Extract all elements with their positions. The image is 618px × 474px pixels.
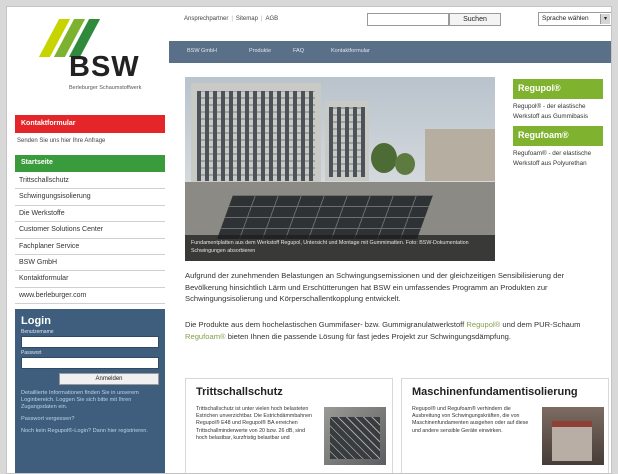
regufoam-box[interactable]: Regufoam® [513,126,603,146]
top-links: Ansprechpartner | Sitemap | AGB [181,16,281,22]
username-field[interactable] [21,336,159,348]
login-panel: Login Benutzername Passwort Anmelden Det… [15,309,165,473]
logo-subtitle: Berleburger Schaumstoffwerk [69,85,142,91]
products-paragraph: Die Produkte aus dem hochelastischen Gum… [185,319,603,342]
main-nav: BSW GmbH Produkte FAQ Kontaktformular [169,41,611,63]
products-text-2: und dem PUR-Schaum [500,320,581,329]
password-field[interactable] [21,357,159,369]
products-text-3: bieten Ihnen die passende Lösung für fas… [225,331,512,341]
card-maschinenfundamentisolierung[interactable]: Maschinenfundamentisolierung Regupol® un… [401,378,609,473]
hero-tree [395,153,415,175]
top-bar: Ansprechpartner | Sitemap | AGB Suchen Sprac… [169,7,611,35]
sidebar-item-schwingungsisolierung[interactable]: Schwingungsisolierung [15,189,165,206]
hero-building-windows [197,91,315,181]
language-select-value: Sprache wählen [542,15,589,22]
sidebar-item-trittschallschutz[interactable]: Trittschallschutz [15,173,165,190]
hero-mats-grid [216,195,434,239]
intro-paragraph: Aufgrund der zunehmenden Belastungen an … [185,271,565,303]
login-info-text: Detaillierte Informationen finden Sie in… [21,390,139,410]
hero-building [425,129,495,181]
product-sidebar: Regupol® Regupol® - der elastische Werks… [513,79,603,173]
bsw-logo[interactable]: BSW Berleburger Schaumstoffwerk [25,19,155,99]
nav-item-kontaktformular[interactable]: Kontaktformular [331,48,370,54]
nav-item-produkte[interactable]: Produkte [249,48,271,54]
hero-image: Fundamentplatten aus dem Werkstoff Regup… [185,77,495,261]
hero-caption: Fundamentplatten aus dem Werkstoff Regup… [185,235,495,261]
kontaktformular-banner[interactable]: Kontaktformular [15,115,165,133]
regupol-link[interactable]: Regupol® [466,320,500,329]
sidebar-item-startseite[interactable]: Startseite [15,155,165,172]
username-label: Benutzername [21,329,54,335]
register-link[interactable]: Noch kein Regupol®-Login? Dann hier regi… [21,428,159,435]
login-title: Login [21,315,51,327]
card-title: Maschinenfundamentisolierung [412,386,578,398]
regupol-box[interactable]: Regupol® [513,79,603,99]
top-link-sitemap[interactable]: Sitemap [233,16,261,22]
forgot-password-link[interactable]: Passwort vergessen? [21,416,159,423]
search-button[interactable]: Suchen [449,13,501,26]
card-text: Regupol® und Regufoam® verhindern die Au… [412,406,529,434]
hero-building-windows [329,107,365,177]
sidebar-nav: Trittschallschutz Schwingungsisolierung … [15,173,165,305]
search-input[interactable] [367,13,449,26]
card-title: Trittschallschutz [196,386,283,398]
nav-item-bsw-gmbh[interactable]: BSW GmbH [187,48,217,54]
nav-item-faq[interactable]: FAQ [293,48,304,54]
products-text-1: Die Produkte aus dem hochelastischen Gum… [185,320,467,329]
left-column: BSW Berleburger Schaumstoffwerk Kontaktf… [7,7,169,473]
card-text: Trittschallschutz ist unter vielen hoch … [196,406,312,441]
sidebar-item-werkstoffe[interactable]: Die Werkstoffe [15,205,165,223]
sidebar-item-bsw-gmbh[interactable]: BSW GmbH [15,254,165,272]
top-link-agb[interactable]: AGB [263,16,282,22]
regufoam-text: Regufoam® - der elastische Werkstoff aus… [513,150,592,167]
login-button[interactable]: Anmelden [59,373,159,385]
hero-tree [371,143,397,173]
hero-building [325,101,369,181]
regufoam-link[interactable]: Regufoam® [185,332,226,341]
sidebar-item-fachplaner[interactable]: Fachplaner Service [15,238,165,255]
sidebar-item-customer-solutions[interactable]: Customer Solutions Center [15,222,165,239]
card-image [542,407,604,465]
browser-page: BSW Berleburger Schaumstoffwerk Kontaktf… [6,6,612,474]
language-select[interactable]: Sprache wählen ▾ [538,12,611,26]
chevron-down-icon: ▾ [600,14,610,24]
hero-building [191,83,321,187]
kontaktformular-subtext: Senden Sie uns hier Ihre Anfrage [17,138,106,144]
card-image [324,407,386,465]
card-trittschallschutz[interactable]: Trittschallschutz Trittschallschutz ist … [185,378,393,473]
sidebar-item-kontaktformular[interactable]: Kontaktformular [15,271,165,288]
password-label: Passwort [21,350,42,356]
logo-name: BSW [69,51,140,83]
sidebar-item-website[interactable]: www.berleburger.com [15,287,165,305]
top-link-ansprechpartner[interactable]: Ansprechpartner [181,16,231,22]
regupol-text: Regupol® - der elastische Werkstoff aus … [513,103,589,120]
